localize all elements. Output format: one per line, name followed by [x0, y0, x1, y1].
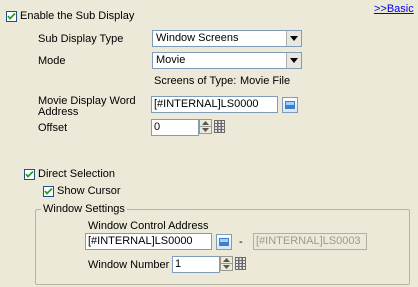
- keypad-icon[interactable]: [235, 257, 246, 270]
- window-control-address-value: [#INTERNAL]LS0000: [88, 235, 193, 247]
- window-control-address-end-field: [#INTERNAL]LS0003: [253, 233, 367, 250]
- checkmark-icon: [25, 170, 34, 178]
- window-number-value: 1: [175, 258, 182, 270]
- window-number-label: Window Number: [88, 259, 170, 271]
- mode-label: Mode: [38, 55, 66, 67]
- direct-selection-checkbox[interactable]: [24, 169, 35, 180]
- window-number-spin-up[interactable]: [221, 257, 232, 264]
- show-cursor-label: Show Cursor: [57, 185, 121, 197]
- offset-spinner[interactable]: [199, 119, 212, 134]
- address-input-icon: [219, 238, 229, 246]
- offset-spin-down[interactable]: [200, 127, 211, 133]
- address-input-icon: [285, 101, 295, 109]
- window-control-address-label: Window Control Address: [88, 220, 209, 232]
- window-address-picker-button[interactable]: [216, 234, 232, 250]
- checkmark-icon: [44, 187, 53, 195]
- offset-label: Offset: [38, 122, 68, 134]
- spin-up-icon: [202, 121, 209, 125]
- window-control-address-end-value: [#INTERNAL]LS0003: [256, 235, 361, 247]
- checkmark-icon: [7, 12, 16, 20]
- window-control-address-input[interactable]: [#INTERNAL]LS0000: [85, 233, 212, 250]
- window-number-spin-down[interactable]: [221, 264, 232, 270]
- window-number-spinner[interactable]: [220, 256, 233, 271]
- offset-input[interactable]: 0: [151, 119, 199, 136]
- sub-display-type-select[interactable]: Window Screens: [152, 30, 302, 47]
- spin-down-icon: [223, 265, 230, 269]
- offset-value: 0: [154, 121, 161, 133]
- movie-display-word-address-label-line2: Address: [38, 106, 79, 118]
- chevron-down-icon: [290, 36, 298, 41]
- sub-display-type-dropdown-button[interactable]: [286, 31, 301, 46]
- enable-sub-display-checkbox[interactable]: [6, 11, 17, 22]
- mode-select[interactable]: Movie: [152, 52, 302, 69]
- movie-display-word-address-input[interactable]: [#INTERNAL]LS0000: [151, 96, 278, 113]
- range-separator: -: [239, 236, 243, 248]
- direct-selection-label: Direct Selection: [38, 168, 116, 180]
- sub-display-type-value: Window Screens: [156, 32, 239, 44]
- window-number-input[interactable]: 1: [172, 256, 220, 273]
- window-settings-title: Window Settings: [41, 203, 127, 215]
- screens-of-type-label: Screens of Type:: [154, 75, 237, 87]
- movie-address-picker-button[interactable]: [282, 97, 298, 113]
- mode-dropdown-button[interactable]: [286, 53, 301, 68]
- offset-spin-up[interactable]: [200, 120, 211, 127]
- spin-up-icon: [223, 258, 230, 262]
- screens-of-type-value: Movie File: [240, 75, 291, 87]
- keypad-icon[interactable]: [214, 120, 225, 133]
- show-cursor-checkbox[interactable]: [43, 186, 54, 197]
- movie-display-word-address-value: [#INTERNAL]LS0000: [154, 98, 259, 110]
- spin-down-icon: [202, 128, 209, 132]
- enable-sub-display-label: Enable the Sub Display: [20, 10, 135, 22]
- chevron-down-icon: [290, 58, 298, 63]
- mode-value: Movie: [156, 54, 186, 66]
- sub-display-type-label: Sub Display Type: [38, 33, 124, 45]
- basic-link[interactable]: >>Basic: [374, 3, 414, 15]
